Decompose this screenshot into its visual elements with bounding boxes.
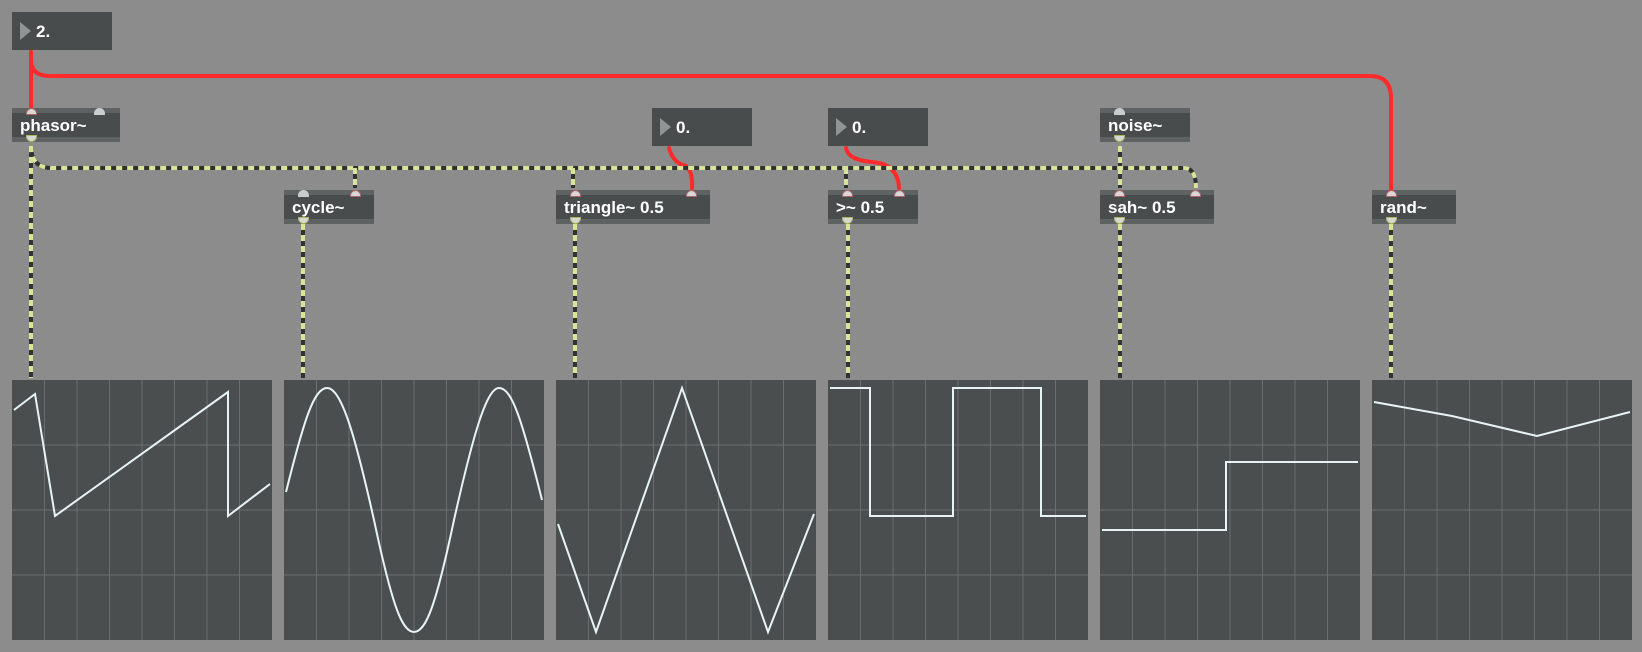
number-triangle-icon xyxy=(836,118,847,136)
noise-object[interactable]: noise~ xyxy=(1100,108,1190,142)
inlet-port[interactable] xyxy=(298,190,309,197)
inlet-port[interactable] xyxy=(26,108,37,115)
sah-trace xyxy=(1100,380,1360,640)
frequency-number-box[interactable]: 2. xyxy=(12,12,112,50)
rand-trace xyxy=(1372,380,1632,640)
object-label: rand~ xyxy=(1380,198,1427,217)
object-label: cycle~ xyxy=(292,198,345,217)
object-label: phasor~ xyxy=(20,116,87,135)
number-value: 0. xyxy=(676,118,691,137)
number-triangle-icon xyxy=(20,22,31,40)
number-value: 2. xyxy=(36,22,51,41)
threshold-number-box[interactable]: 0. xyxy=(828,108,928,146)
triangle-trace xyxy=(556,380,816,640)
rand-scope[interactable] xyxy=(1372,380,1632,640)
object-label: noise~ xyxy=(1108,116,1163,135)
phasor-object[interactable]: phasor~ xyxy=(12,108,120,142)
number-value: 0. xyxy=(852,118,867,137)
sah-scope[interactable] xyxy=(1100,380,1360,640)
inlet-port[interactable] xyxy=(350,190,361,197)
inlet-port[interactable] xyxy=(94,108,105,115)
triangle-scope[interactable] xyxy=(556,380,816,640)
cord-phasor-bus xyxy=(29,145,1198,189)
cycle-trace xyxy=(284,380,544,640)
inlet-port[interactable] xyxy=(894,190,905,197)
phasor-trace xyxy=(12,380,272,640)
cycle-scope[interactable] xyxy=(284,380,544,640)
inlet-port[interactable] xyxy=(1386,190,1397,197)
rand-object[interactable]: rand~ xyxy=(1372,190,1456,224)
sah-object[interactable]: sah~ 0.5 xyxy=(1100,190,1214,224)
triangle-phase-number-box[interactable]: 0. xyxy=(652,108,752,146)
inlet-port[interactable] xyxy=(570,190,581,197)
inlet-port[interactable] xyxy=(1190,190,1201,197)
number-triangle-icon xyxy=(660,118,671,136)
compare-trace xyxy=(828,380,1088,640)
inlet-port[interactable] xyxy=(1114,108,1125,115)
phasor-scope[interactable] xyxy=(12,380,272,640)
inlet-port[interactable] xyxy=(842,190,853,197)
cycle-object[interactable]: cycle~ xyxy=(284,190,374,224)
object-label: sah~ 0.5 xyxy=(1108,198,1176,217)
object-label: >~ 0.5 xyxy=(836,198,885,217)
compare-scope[interactable] xyxy=(828,380,1088,640)
object-label: triangle~ 0.5 xyxy=(564,198,664,217)
inlet-port[interactable] xyxy=(1114,190,1125,197)
triangle-object[interactable]: triangle~ 0.5 xyxy=(556,190,710,224)
inlet-port[interactable] xyxy=(686,190,697,197)
compare-object[interactable]: >~ 0.5 xyxy=(828,190,918,224)
